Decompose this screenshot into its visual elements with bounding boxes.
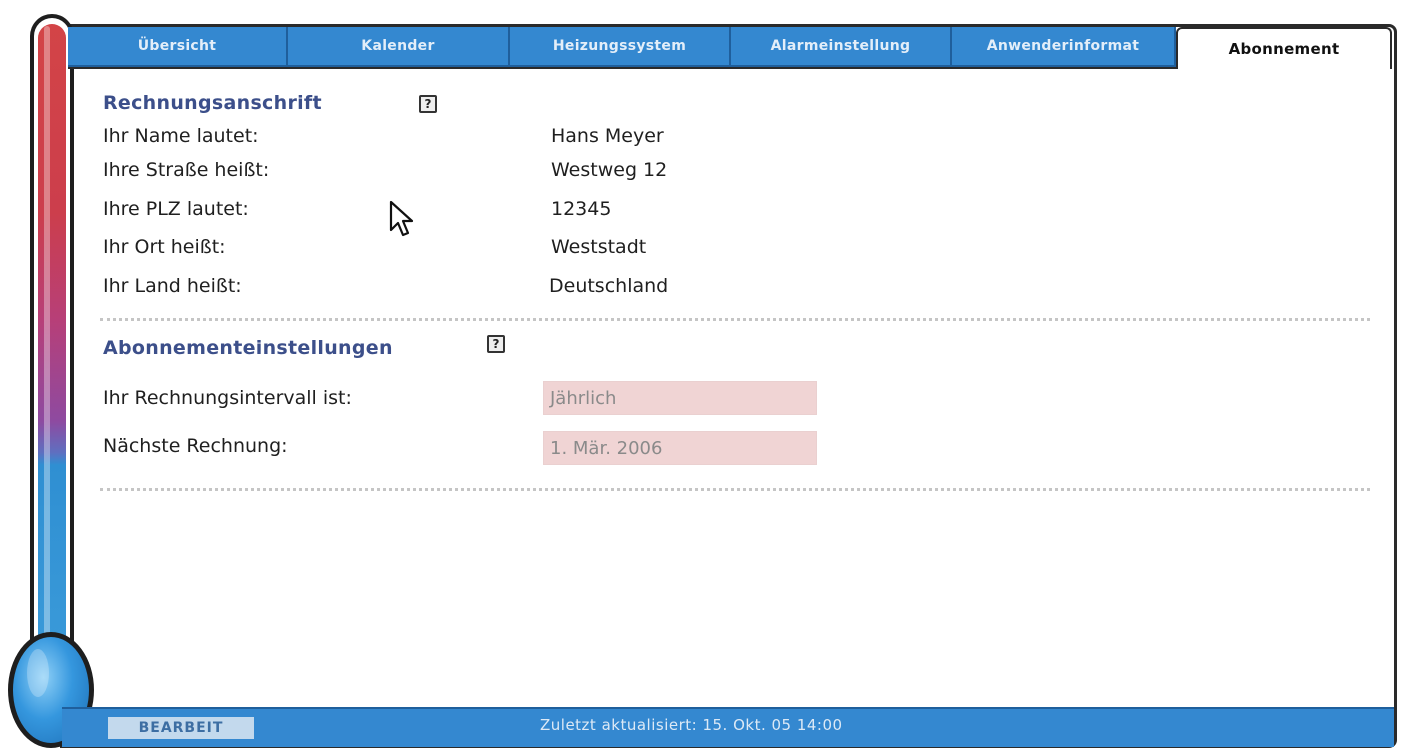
- section-title-rechnungsanschrift: Rechnungsanschrift: [103, 92, 322, 114]
- help-icon[interactable]: ?: [419, 95, 437, 113]
- label-name: Ihr Name lautet:: [103, 125, 259, 147]
- thermometer-fill: [38, 24, 66, 654]
- tab-kalender[interactable]: Kalender: [288, 27, 510, 67]
- divider: [100, 318, 1370, 321]
- tab-abonnement[interactable]: Abonnement: [1176, 27, 1392, 69]
- label-rechnungsintervall: Ihr Rechnungsintervall ist:: [103, 387, 352, 409]
- tab-uebersicht[interactable]: Übersicht: [68, 27, 288, 67]
- label-ort: Ihr Ort heißt:: [103, 236, 226, 258]
- thermometer-tube: [30, 14, 74, 654]
- value-land: Deutschland: [549, 275, 669, 297]
- tab-alarmeinstellung[interactable]: Alarmeinstellung: [731, 27, 952, 67]
- tab-heizungssystem[interactable]: Heizungssystem: [510, 27, 731, 67]
- value-strasse: Westweg 12: [551, 159, 668, 181]
- section-title-abonnementeinstellungen: Abonnementeinstellungen: [103, 337, 393, 359]
- tab-anwenderinformat[interactable]: Anwenderinformat: [952, 27, 1176, 67]
- value-plz: 12345: [551, 198, 612, 220]
- help-icon[interactable]: ?: [487, 335, 505, 353]
- mouse-cursor-icon: [389, 200, 414, 237]
- naechste-rechnung-field[interactable]: 1. Mär. 2006: [543, 431, 817, 465]
- value-name: Hans Meyer: [551, 125, 664, 147]
- label-strasse: Ihre Straße heißt:: [103, 159, 270, 181]
- rechnungsintervall-field[interactable]: Jährlich: [543, 381, 817, 415]
- last-updated-status: Zuletzt aktualisiert: 15. Okt. 05 14:00: [540, 716, 843, 734]
- edit-button[interactable]: BEARBEIT: [108, 717, 254, 739]
- label-plz: Ihre PLZ lautet:: [103, 198, 249, 220]
- label-land: Ihr Land heißt:: [103, 275, 242, 297]
- divider: [100, 488, 1370, 491]
- label-naechste-rechnung: Nächste Rechnung:: [103, 435, 288, 457]
- value-ort: Weststadt: [551, 236, 647, 258]
- tab-bar: Übersicht Kalender Heizungssystem Alarme…: [68, 27, 1392, 69]
